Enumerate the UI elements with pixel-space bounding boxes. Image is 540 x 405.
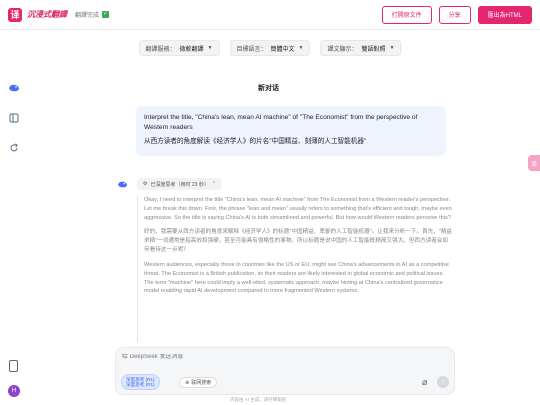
avatar[interactable]: H bbox=[8, 385, 20, 397]
whale-icon[interactable] bbox=[8, 82, 20, 94]
thinking-paragraph: Okay, I need to interpret the title "Chi… bbox=[144, 197, 452, 221]
think-badge-label: 已深度思考（用时 23 秒） bbox=[150, 181, 209, 188]
share-button[interactable]: 分享 bbox=[438, 5, 471, 24]
sidebar-toggle-icon[interactable] bbox=[8, 112, 20, 124]
user-message: Interpret the title, "China's lean, mean… bbox=[136, 106, 446, 156]
whale-icon bbox=[117, 180, 128, 190]
deep-think-toggle[interactable]: 深度思考 (R1) 深度思考 (R1) bbox=[121, 374, 160, 390]
display-mode-select[interactable]: 譯文顯示： 雙語對照 ▼ bbox=[320, 40, 402, 56]
check-icon: ✓ bbox=[102, 11, 110, 18]
display-label: 譯文顯示： bbox=[327, 46, 358, 53]
think-icon: ⚙ bbox=[143, 181, 148, 187]
left-rail: H bbox=[0, 62, 28, 405]
web-search-label: 联网搜索 bbox=[191, 380, 212, 386]
top-actions: 打開原文件 分享 匯出為HTML bbox=[381, 5, 532, 24]
user-message-english: Interpret the title, "China's lean, mean… bbox=[144, 114, 418, 131]
globe-icon: ⊕ bbox=[185, 379, 190, 386]
translation-settings-bar: 翻譯服務： 微軟翻譯 ▼ 目標語言： 簡體中文 ▼ 譯文顯示： 雙語對照 ▼ bbox=[0, 36, 540, 60]
thinking-paragraph: Western audiences, especially those in c… bbox=[144, 261, 450, 295]
export-html-button[interactable]: 匯出為HTML bbox=[477, 5, 532, 24]
target-label: 目標語言： bbox=[236, 46, 267, 53]
chevron-up-icon: ⌃ bbox=[211, 181, 217, 187]
message-input[interactable] bbox=[122, 354, 422, 360]
conversation-title: 新对话 bbox=[258, 85, 279, 92]
status-text: 翻譯完成 bbox=[75, 13, 100, 19]
translation-service-select[interactable]: 翻譯服務： 微軟翻譯 ▼ bbox=[138, 40, 220, 56]
chevron-down-icon: ▼ bbox=[298, 45, 304, 51]
think-toggle[interactable]: ⚙ 已深度思考（用时 23 秒） ⌃ bbox=[137, 178, 223, 190]
message-composer: 深度思考 (R1) 深度思考 (R1) ⊕ 联网搜索 ⌀ ↑ bbox=[115, 347, 455, 395]
target-value: 簡體中文 bbox=[270, 46, 295, 53]
translate-float-button[interactable]: 译 bbox=[528, 155, 540, 171]
new-chat-icon[interactable] bbox=[8, 142, 20, 154]
translation-status: 翻譯完成 ✓ bbox=[75, 10, 110, 19]
top-bar: 译 沉浸式翻譯 翻譯完成 ✓ 打開原文件 分享 匯出為HTML bbox=[0, 0, 540, 30]
app-logo-icon: 译 bbox=[8, 7, 22, 22]
paperclip-icon[interactable]: ⌀ bbox=[422, 377, 427, 388]
open-original-button[interactable]: 打開原文件 bbox=[381, 5, 432, 24]
deep-think-label: 深度思考 (R1) bbox=[126, 382, 155, 387]
display-value: 雙語對照 bbox=[361, 46, 386, 53]
disclaimer: 内容由 AI 生成，请仔细甄别 bbox=[230, 397, 287, 402]
target-language-select[interactable]: 目標語言： 簡體中文 ▼ bbox=[229, 40, 311, 56]
chevron-down-icon: ▼ bbox=[207, 45, 213, 51]
send-arrow-icon[interactable]: ↑ bbox=[437, 376, 449, 388]
service-label: 翻譯服務： bbox=[145, 46, 176, 53]
chevron-down-icon: ▼ bbox=[389, 45, 395, 51]
service-value: 微軟翻譯 bbox=[179, 46, 204, 53]
user-message-chinese: 从西方读者的角度解读《经济学人》的片名"中国精益、刻薄的人工智能机器" bbox=[144, 137, 367, 145]
app-title: 沉浸式翻譯 bbox=[27, 10, 67, 19]
web-search-toggle[interactable]: ⊕ 联网搜索 bbox=[179, 377, 218, 388]
app-window: 译 沉浸式翻譯 翻譯完成 ✓ 打開原文件 分享 匯出為HTML 翻譯服務： 微軟… bbox=[0, 0, 540, 405]
mobile-app-icon[interactable] bbox=[9, 360, 18, 372]
thinking-content: Okay, I need to interpret the title "Chi… bbox=[137, 196, 453, 342]
thinking-paragraph: 好的，我需要从西方读者的角度来解释《经济学人》的标题"中国精益、卑鄙的人工智能机… bbox=[144, 229, 453, 254]
